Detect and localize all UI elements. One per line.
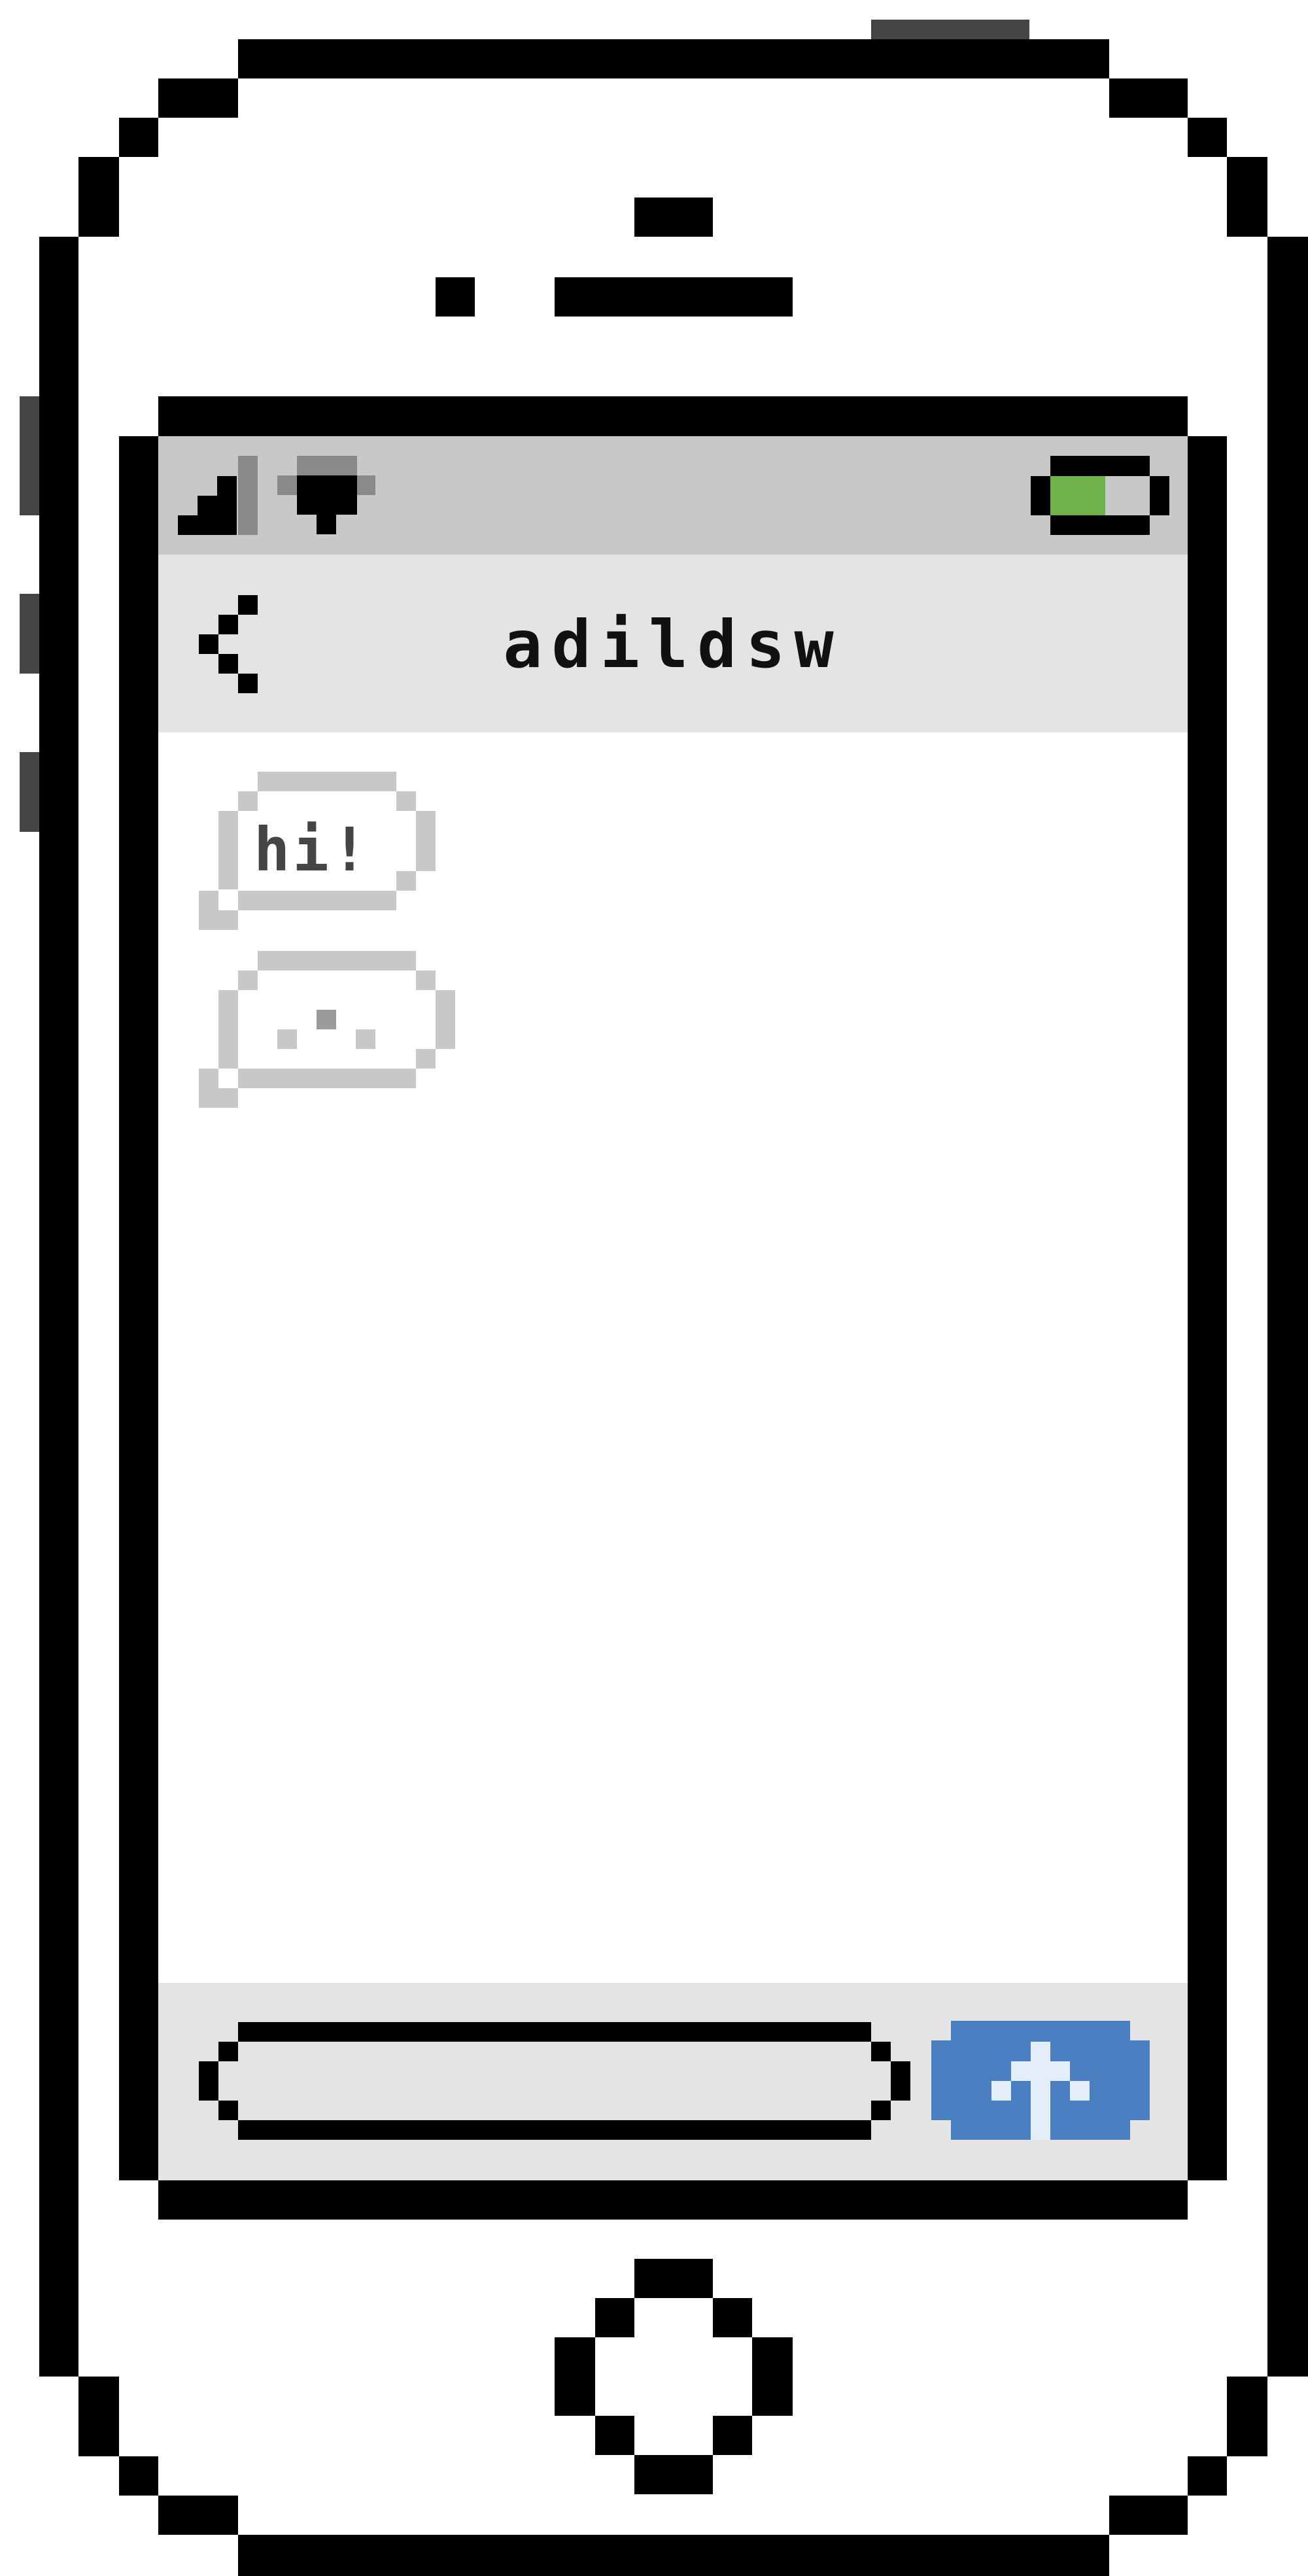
back-chevron-icon[interactable] (190, 589, 268, 700)
earpiece-speaker (555, 277, 793, 317)
typing-dot-icon (356, 1029, 375, 1049)
nav-bar: adildsw (158, 555, 1188, 732)
mute-switch (20, 396, 39, 515)
message-input[interactable] (222, 2040, 909, 2119)
proximity-sensor (436, 277, 475, 317)
send-button[interactable] (931, 2021, 1150, 2140)
typing-dot-icon (317, 1010, 336, 1029)
chat-title: adildsw (503, 606, 843, 683)
typing-dot-icon (277, 1029, 297, 1049)
power-button (871, 20, 1029, 39)
battery-level-fill (1050, 476, 1105, 515)
home-button[interactable] (555, 2259, 793, 2497)
message-list (158, 732, 1188, 1983)
volume-down-button (20, 752, 39, 832)
front-camera (634, 197, 713, 237)
volume-up-button (20, 594, 39, 674)
message-text: hi! (254, 815, 371, 885)
